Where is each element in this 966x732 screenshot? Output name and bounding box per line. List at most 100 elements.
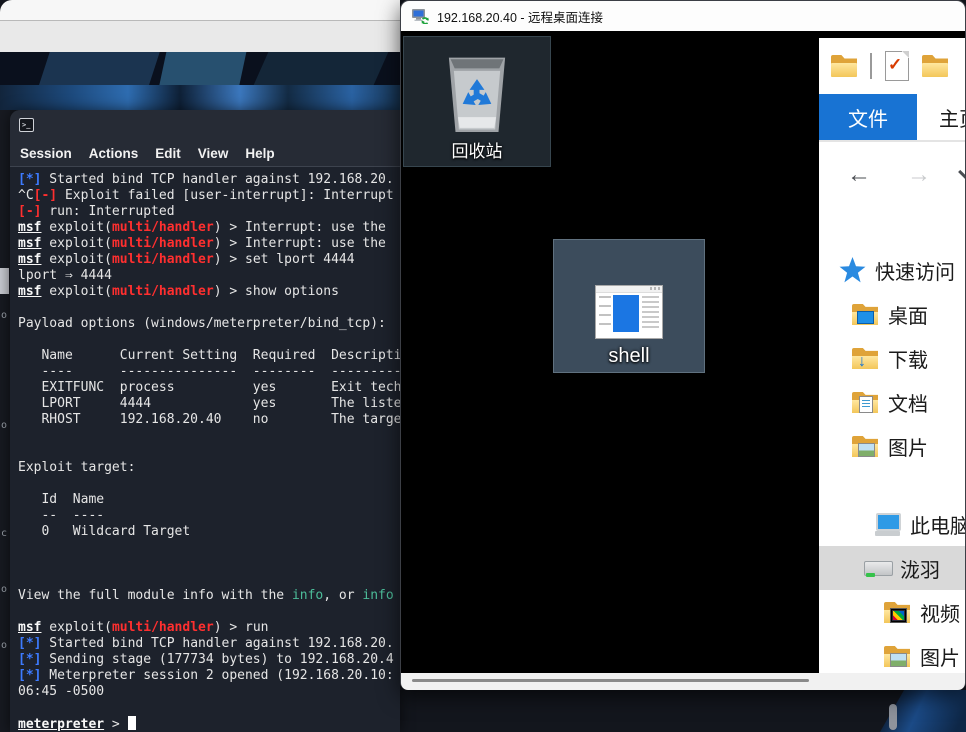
terminal-line: [*] Started bind TCP handler against 192… <box>18 172 400 188</box>
terminal-line: msf exploit(multi/handler) > run <box>18 620 400 636</box>
terminal-line: Exploit target: <box>18 460 400 476</box>
star-icon <box>839 257 866 284</box>
back-arrow-icon[interactable]: ← <box>847 161 871 189</box>
desktop-icon <box>852 301 879 328</box>
host-desktop-bottom <box>400 690 966 732</box>
rdp-titlebar[interactable]: 192.168.20.40 - 远程桌面连接 <box>401 1 965 31</box>
terminal-line <box>18 332 400 348</box>
terminal-line: [*] Sending stage (177734 bytes) to 192.… <box>18 652 400 668</box>
sidebar-item-label: 此电脑 <box>910 510 965 539</box>
sidebar-item-label: 视频 <box>920 598 960 627</box>
screen: oocoo >_ Session Actions Edit View Help … <box>0 0 966 732</box>
remote-desktop[interactable]: 回收站 shell <box>401 31 965 690</box>
terminal-line <box>18 540 400 556</box>
terminal-line: RHOST 192.168.20.40 no The target addres… <box>18 412 400 428</box>
terminal-titlebar[interactable]: >_ <box>10 110 400 140</box>
terminal-line: [*] Started bind TCP handler against 192… <box>18 636 400 652</box>
menu-help[interactable]: Help <box>245 146 274 161</box>
terminal-icon: >_ <box>19 118 34 132</box>
menu-edit[interactable]: Edit <box>155 146 181 161</box>
desktop-wallpaper <box>0 52 400 110</box>
background-text-fragment: o <box>1 420 7 431</box>
pic-icon <box>852 433 879 460</box>
terminal-menubar: Session Actions Edit View Help <box>10 140 400 167</box>
rdp-title: 192.168.20.40 - 远程桌面连接 <box>437 7 603 26</box>
terminal-line: View the full module info with the info,… <box>18 588 400 604</box>
desktop-icon-shell[interactable]: shell <box>553 239 705 373</box>
terminal-line <box>18 700 400 716</box>
app-icon-list <box>599 296 611 332</box>
explorer-sidebar: 快速访问桌面↓下载文档图片此电脑泷羽视频图片 <box>819 248 965 673</box>
rdp-horizontal-scrollbar[interactable] <box>401 673 965 690</box>
terminal-line: 06:45 -0500 <box>18 684 400 700</box>
forward-arrow-icon[interactable]: → <box>907 161 931 189</box>
shell-label: shell <box>608 345 649 368</box>
toolbar-separator <box>870 53 872 79</box>
pc-icon <box>874 511 901 538</box>
menu-actions[interactable]: Actions <box>89 146 139 161</box>
terminal-line: meterpreter > <box>18 716 400 732</box>
terminal-line <box>18 444 400 460</box>
menu-session[interactable]: Session <box>20 146 72 161</box>
sidebar-item-this-pc[interactable]: 此电脑 <box>819 502 965 546</box>
pic-icon <box>884 643 911 670</box>
terminal-line: [-] run: Interrupted <box>18 204 400 220</box>
app-icon-buttons <box>650 287 660 290</box>
sidebar-item-label: 文档 <box>888 388 928 417</box>
terminal-output[interactable]: [*] Started bind TCP handler against 192… <box>10 168 400 732</box>
background-window-top <box>0 0 400 21</box>
background-scrollbar-thumb[interactable] <box>889 704 897 730</box>
explorer-ribbon-tabs: 文件 主页 <box>819 94 965 140</box>
folder-icon[interactable] <box>831 55 857 77</box>
background-terminal-edge: oocoo <box>0 110 10 732</box>
sidebar-item-videos[interactable]: 视频 <box>819 590 965 634</box>
sidebar-item-pictures-2[interactable]: 图片 <box>819 634 965 673</box>
background-text-fragment: o <box>1 640 7 651</box>
chevron-down-icon[interactable] <box>958 162 965 182</box>
terminal-line: ^C[-] Exploit failed [user-interrupt]: I… <box>18 188 400 204</box>
terminal-line: msf exploit(multi/handler) > set lport 4… <box>18 252 400 268</box>
recycle-bin-icon <box>429 51 525 137</box>
sidebar-item-pictures[interactable]: 图片 <box>819 424 965 468</box>
explorer-quick-access-toolbar <box>819 38 965 94</box>
terminal-window: >_ Session Actions Edit View Help [*] St… <box>10 110 400 732</box>
new-folder-icon[interactable] <box>922 55 948 77</box>
terminal-line: ---- --------------- -------- ----------… <box>18 364 400 380</box>
sidebar-item-downloads[interactable]: ↓下载 <box>819 336 965 380</box>
wallpaper-band <box>0 85 400 110</box>
sidebar-item-label: 下载 <box>888 344 928 373</box>
desktop-icon-recycle-bin[interactable]: 回收站 <box>403 36 551 167</box>
tab-home[interactable]: 主页 <box>939 94 965 140</box>
sidebar-item-label: 桌面 <box>888 300 928 329</box>
sidebar-item-drive-longyu[interactable]: 泷羽 <box>819 546 965 590</box>
rdp-scrollbar-thumb[interactable] <box>412 679 809 682</box>
app-icon-preview <box>613 295 639 332</box>
properties-check-icon[interactable] <box>885 51 909 81</box>
background-window-fragment <box>0 268 9 294</box>
terminal-line: msf exploit(multi/handler) > show option… <box>18 284 400 300</box>
file-explorer-window: 文件 主页 ← → 快速访问桌面↓下载文档图片此电脑泷羽视频图片 <box>819 38 965 673</box>
terminal-line: LPORT 4444 yes The listen port <box>18 396 400 412</box>
terminal-line: msf exploit(multi/handler) > Interrupt: … <box>18 236 400 252</box>
explorer-navigation-bar: ← → <box>819 142 965 208</box>
background-window-toolbar <box>0 21 400 52</box>
recycle-bin-label: 回收站 <box>452 137 503 162</box>
sidebar-item-label: 泷羽 <box>900 554 940 583</box>
sidebar-item-label: 图片 <box>920 642 960 671</box>
rdp-icon <box>411 8 429 24</box>
terminal-line: Name Current Setting Required Descriptio… <box>18 348 400 364</box>
menu-view[interactable]: View <box>198 146 229 161</box>
terminal-line: msf exploit(multi/handler) > Interrupt: … <box>18 220 400 236</box>
sidebar-item-label: 图片 <box>888 432 928 461</box>
tab-file[interactable]: 文件 <box>819 94 917 140</box>
terminal-line: Payload options (windows/meterpreter/bin… <box>18 316 400 332</box>
terminal-cursor <box>128 716 136 730</box>
sidebar-item-quick-access[interactable]: 快速访问 <box>819 248 965 292</box>
sidebar-item-desktop[interactable]: 桌面 <box>819 292 965 336</box>
doc-icon <box>852 389 879 416</box>
drive-icon <box>864 555 891 582</box>
terminal-line <box>18 476 400 492</box>
sidebar-item-label: 快速访问 <box>875 256 955 285</box>
sidebar-item-documents[interactable]: 文档 <box>819 380 965 424</box>
terminal-line: [*] Meterpreter session 2 opened (192.16… <box>18 668 400 684</box>
